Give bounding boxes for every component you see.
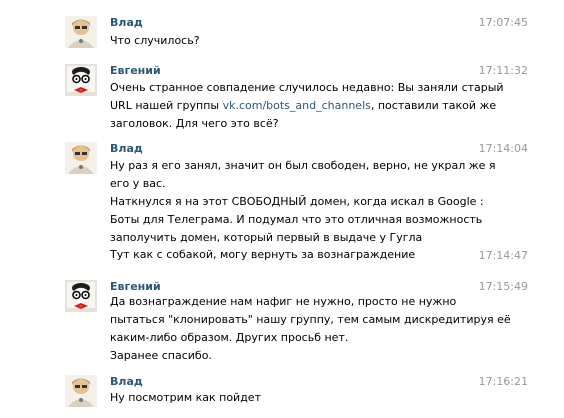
evgeny-avatar-icon[interactable] [65, 280, 97, 312]
message-line: его у вас. [110, 177, 166, 190]
message-line: Наткнулся я на этот СВОБОДНЫЙ домен, ког… [110, 195, 484, 208]
message-time[interactable]: 17:07:45 [468, 16, 528, 29]
message-line: Очень странное совпадение случилось неда… [110, 81, 504, 94]
message-author[interactable]: Влад [110, 375, 143, 388]
message-author[interactable]: Евгений [110, 64, 161, 77]
message-time[interactable]: 17:11:32 [468, 64, 528, 77]
message-time[interactable]: 17:15:49 [468, 280, 528, 293]
message-line: каким-либо образом. Других просьб нет. [110, 331, 349, 344]
evgeny-avatar-icon[interactable] [65, 64, 97, 96]
message-time[interactable]: 17:16:21 [468, 375, 528, 388]
message-line: Что случилось? [110, 34, 200, 47]
vlad-avatar-icon[interactable] [65, 142, 97, 174]
message-line: заголовок. Для чего это всё? [110, 117, 279, 130]
message-line: пытаться "клонировать" нашу группу, тем … [110, 313, 511, 326]
group-url-link[interactable]: vk.com/bots_and_channels [223, 99, 371, 112]
message-author[interactable]: Влад [110, 142, 143, 155]
message-author[interactable]: Влад [110, 16, 143, 29]
message-text: Ну раз я его занял, значит он был свобод… [110, 157, 496, 247]
message-line: URL нашей группы vk.com/bots_and_channel… [110, 97, 496, 115]
message-line: Заранее спасибо. [110, 349, 212, 362]
message-time[interactable]: 17:14:04 [468, 142, 528, 155]
message-text: Что случилось? [110, 32, 470, 50]
message-line: Тут как с собакой, могу вернуть за возна… [110, 248, 416, 261]
message-line-part: , поставили такой же [370, 99, 497, 112]
message-text: Да вознаграждение нам нафиг не нужно, пр… [110, 293, 511, 365]
message-text: Тут как с собакой, могу вернуть за возна… [110, 246, 470, 264]
message-line: Да вознаграждение нам нафиг не нужно, пр… [110, 295, 457, 308]
message-text: Очень странное совпадение случилось неда… [110, 79, 504, 133]
message-line: Боты для Телеграма. И подумал что это от… [110, 213, 483, 226]
vlad-avatar-icon[interactable] [65, 375, 97, 407]
message-text: Ну посмотрим как пойдет [110, 389, 470, 407]
message-line-part: URL нашей группы [110, 99, 223, 112]
message-line: Ну посмотрим как пойдет [110, 391, 261, 404]
message-time[interactable]: 17:14:47 [468, 249, 528, 262]
message-line: заполучить домен, который первый в выдач… [110, 231, 423, 244]
message-author[interactable]: Евгений [110, 280, 161, 293]
vlad-avatar-icon[interactable] [65, 16, 97, 48]
message-line: Ну раз я его занял, значит он был свобод… [110, 159, 496, 172]
